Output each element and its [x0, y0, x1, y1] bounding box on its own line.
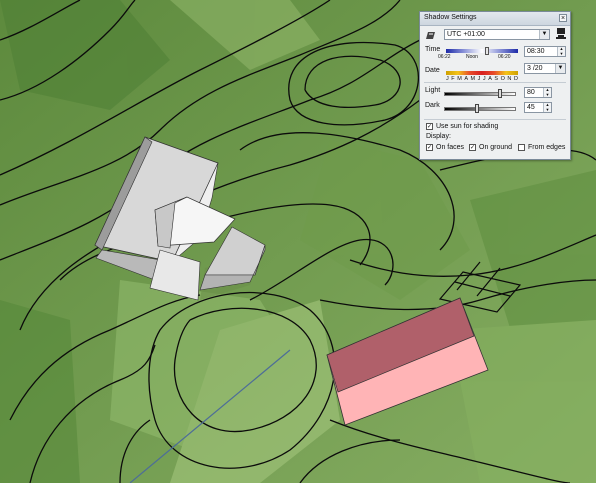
light-slider-thumb[interactable] [498, 89, 503, 98]
dark-spinner[interactable]: ▲ ▼ [543, 102, 551, 112]
dialog-titlebar[interactable]: Shadow Settings × [420, 12, 570, 26]
close-button[interactable]: × [559, 14, 567, 22]
checkmark-icon: ✓ [470, 145, 476, 151]
dark-slider[interactable] [444, 107, 516, 111]
dialog-title: Shadow Settings [424, 14, 477, 21]
timezone-dropdown[interactable]: UTC +01:00 ▼ [444, 29, 550, 40]
date-input[interactable]: 3 /20 ▼ [524, 63, 566, 74]
on-faces-checkbox[interactable]: ✓ [426, 144, 433, 151]
date-label: Date [425, 67, 440, 74]
checkmark-icon: ✓ [427, 124, 433, 130]
light-spinner[interactable]: ▲ ▼ [543, 87, 551, 97]
light-slider[interactable] [444, 92, 516, 96]
light-label: Light [425, 87, 441, 94]
sun-display-icon[interactable] [556, 28, 566, 41]
light-input[interactable]: 80 ▲ ▼ [524, 87, 552, 98]
use-sun-checkbox[interactable]: ✓ [426, 123, 433, 130]
time-value: 08:30 [527, 48, 545, 55]
time-input[interactable]: 08:30 ▲ ▼ [524, 46, 566, 57]
dark-input[interactable]: 45 ▲ ▼ [524, 102, 552, 113]
use-sun-label: Use sun for shading [436, 123, 499, 130]
shadow-settings-dialog[interactable]: Shadow Settings × UTC +01:00 ▼ Time 06:2… [419, 11, 571, 160]
chevron-down-icon[interactable]: ▼ [555, 64, 565, 73]
time-slider[interactable]: 06:22 Noon 06:20 [438, 44, 518, 60]
on-ground-checkbox[interactable]: ✓ [469, 144, 476, 151]
timezone-value: UTC +01:00 [447, 31, 485, 38]
chevron-down-icon[interactable]: ▼ [539, 30, 549, 39]
time-start-label: 06:22 [438, 54, 451, 60]
dark-value: 45 [527, 104, 535, 111]
time-label: Time [425, 46, 441, 53]
display-label: Display: [426, 133, 451, 140]
on-faces-label: On faces [436, 144, 465, 151]
time-spinner[interactable]: ▲ ▼ [557, 46, 565, 56]
divider [424, 119, 566, 120]
on-ground-label: On ground [479, 144, 513, 151]
checkmark-icon: ✓ [427, 145, 433, 151]
timezone-icon [425, 31, 436, 42]
divider [424, 82, 566, 83]
dark-slider-thumb[interactable] [474, 104, 479, 113]
time-end-label: 06:20 [498, 54, 511, 60]
date-gradient [446, 71, 518, 75]
from-edges-label: From edges [528, 144, 566, 151]
light-value: 80 [527, 89, 535, 96]
time-slider-thumb[interactable] [485, 47, 490, 55]
date-value: 3 /20 [527, 65, 543, 72]
time-gradient [446, 49, 518, 53]
dark-label: Dark [425, 102, 440, 109]
time-noon-label: Noon [466, 54, 478, 60]
from-edges-checkbox[interactable] [518, 144, 525, 151]
